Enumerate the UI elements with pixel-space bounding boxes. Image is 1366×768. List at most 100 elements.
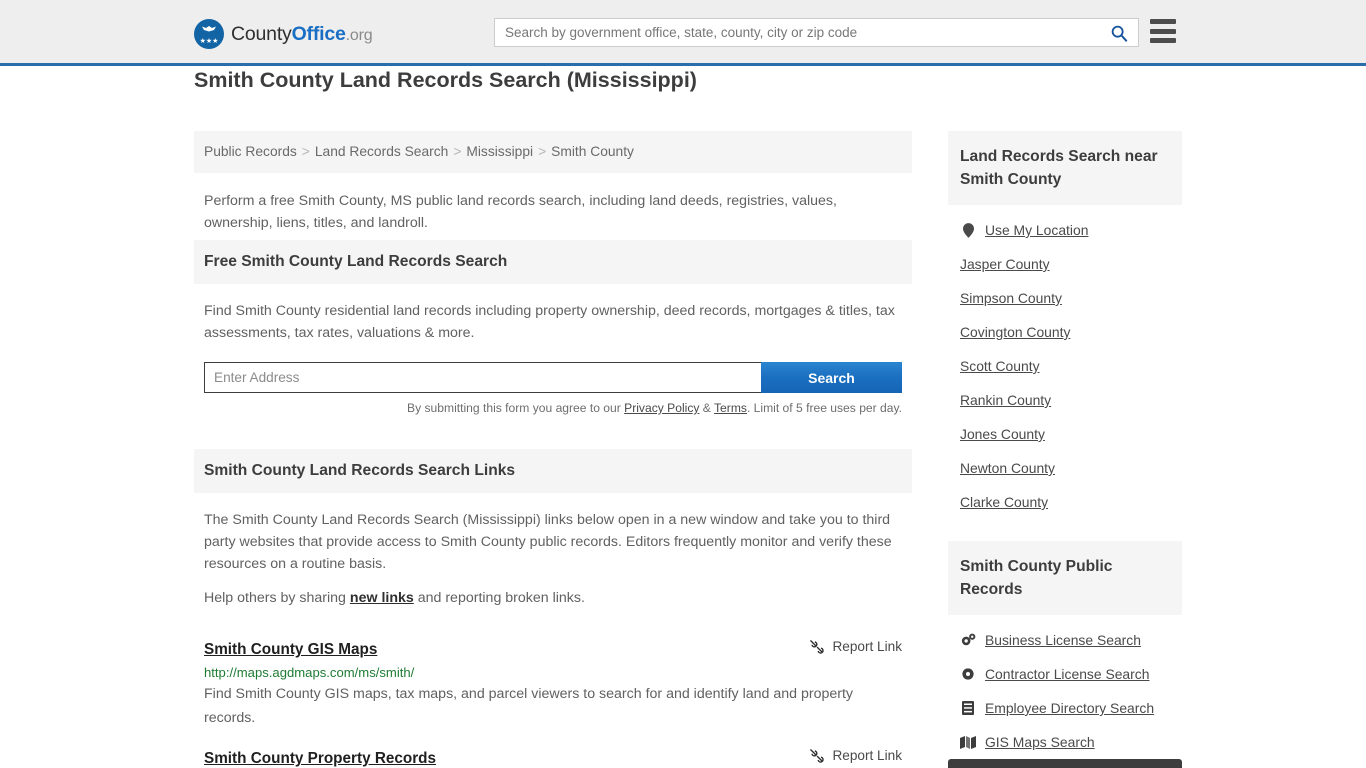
- address-input[interactable]: [204, 362, 761, 393]
- link-title[interactable]: Smith County Property Records: [204, 750, 436, 768]
- breadcrumb-item-3[interactable]: Smith County: [551, 144, 634, 159]
- sidebar-item-label: Contractor License Search: [985, 666, 1150, 682]
- id-card-icon: [960, 700, 976, 716]
- link-entry: Smith County Property Records Report Lin…: [204, 730, 902, 768]
- sidebar-item-gis-maps-search[interactable]: GIS Maps Search: [948, 725, 1182, 759]
- terms-link[interactable]: Terms: [714, 401, 747, 415]
- sidebar-item-label: Employee Directory Search: [985, 700, 1155, 716]
- report-link-label: Report Link: [832, 639, 902, 654]
- sidebar-item-label: Simpson County: [960, 290, 1062, 306]
- global-search-box[interactable]: [494, 18, 1139, 47]
- logo-text-org: .org: [345, 26, 373, 44]
- help-pre: Help others by sharing: [204, 590, 350, 606]
- main-column: Public Records > Land Records Search > Missi…: [194, 131, 912, 768]
- sidebar-item-scott-county[interactable]: Scott County: [948, 349, 1182, 383]
- sidebar-item-clarke-county[interactable]: Clarke County: [948, 485, 1182, 519]
- search-icon[interactable]: [1100, 19, 1138, 46]
- breadcrumb-item-2[interactable]: Mississippi: [466, 144, 533, 159]
- cog-glyph: [962, 668, 974, 680]
- sidebar-item-label: Use My Location: [985, 222, 1089, 238]
- broken-link-icon: [810, 640, 825, 654]
- sidebar-item-label: Newton County: [960, 460, 1055, 476]
- hamburger-bar-1: [1150, 19, 1176, 24]
- id-card-glyph: [962, 701, 974, 715]
- report-link-label: Report Link: [832, 748, 902, 763]
- free-search-heading: Free Smith County Land Records Search: [194, 240, 912, 284]
- sidebar-item-contractor-license-search[interactable]: Contractor License Search: [948, 657, 1182, 691]
- sidebar-item-simpson-county[interactable]: Simpson County: [948, 281, 1182, 315]
- nearby-searches-list: Use My Location Jasper County Simpson Co…: [948, 205, 1182, 519]
- link-title[interactable]: Smith County GIS Maps: [204, 641, 377, 659]
- sidebar-item-label: Rankin County: [960, 392, 1052, 408]
- sidebar-item-rankin-county[interactable]: Rankin County: [948, 383, 1182, 417]
- sidebar-item-jones-county[interactable]: Jones County: [948, 417, 1182, 451]
- map-pin-icon: [960, 222, 976, 238]
- hamburger-bar-2: [1150, 28, 1176, 34]
- disclaimer-amp: &: [699, 401, 715, 415]
- global-search-input[interactable]: [495, 19, 1100, 46]
- sidebar-item-label: Jasper County: [960, 256, 1050, 272]
- public-records-box: Smith County Public Records Business Lic…: [948, 541, 1182, 768]
- sidebar-item-land-records-search[interactable]: Land Records Search: [948, 759, 1182, 768]
- form-disclaimer: By submitting this form you agree to our…: [204, 401, 902, 415]
- nearby-searches-heading: Land Records Search near Smith County: [948, 131, 1182, 205]
- eagle-seal-icon: ★★★: [194, 19, 224, 49]
- link-description: Find Smith County GIS maps, tax maps, an…: [204, 686, 854, 726]
- links-section-heading: Smith County Land Records Search Links: [194, 449, 912, 493]
- free-search-body: Find Smith County residential land recor…: [194, 284, 912, 344]
- logo-text-office: Office: [291, 22, 346, 45]
- map-glyph: [960, 735, 976, 749]
- broken-link-icon: [810, 749, 825, 763]
- page-title: Smith County Land Records Search (Missis…: [194, 68, 697, 92]
- public-records-heading: Smith County Public Records: [948, 541, 1182, 615]
- sidebar-item-employee-directory-search[interactable]: Employee Directory Search: [948, 691, 1182, 725]
- public-records-list: Business License Search Contractor Licen…: [948, 615, 1182, 768]
- link-entry-header: Smith County Property Records Report Lin…: [204, 748, 902, 768]
- breadcrumb-item-1[interactable]: Land Records Search: [315, 144, 448, 159]
- nearby-searches-box: Land Records Search near Smith County Us…: [948, 131, 1182, 519]
- sidebar-item-label: GIS Maps Search: [985, 734, 1095, 750]
- map-pin-glyph: [962, 222, 974, 238]
- help-post: and reporting broken links.: [413, 590, 585, 606]
- privacy-policy-link[interactable]: Privacy Policy: [624, 401, 699, 415]
- sidebar-item-use-my-location[interactable]: Use My Location: [948, 213, 1182, 247]
- sidebar-item-label: Jones County: [960, 426, 1045, 442]
- link-url[interactable]: http://maps.agdmaps.com/ms/smith/: [204, 665, 902, 680]
- cogs-icon: [960, 632, 976, 648]
- breadcrumb: Public Records > Land Records Search > Missi…: [194, 131, 912, 173]
- eagle-glyph: [202, 26, 216, 32]
- site-logo[interactable]: ★★★ CountyOffice.org: [194, 19, 373, 49]
- sidebar-item-jasper-county[interactable]: Jasper County: [948, 247, 1182, 281]
- sidebar-item-label: Business License Search: [985, 632, 1141, 648]
- site-header: ★★★ CountyOffice.org: [0, 0, 1366, 66]
- breadcrumb-item-0[interactable]: Public Records: [204, 144, 297, 159]
- sidebar-item-newton-county[interactable]: Newton County: [948, 451, 1182, 485]
- logo-text-county: County: [231, 22, 292, 45]
- cog-icon: [960, 666, 976, 682]
- sidebar: Land Records Search near Smith County Us…: [948, 131, 1182, 768]
- sidebar-item-covington-county[interactable]: Covington County: [948, 315, 1182, 349]
- sidebar-item-label: Scott County: [960, 358, 1040, 374]
- hamburger-menu-icon[interactable]: [1150, 19, 1176, 43]
- breadcrumb-sep-2: >: [538, 144, 547, 159]
- link-entry: Smith County GIS Maps Report Link http:/…: [204, 621, 902, 730]
- hamburger-bar-3: [1150, 38, 1176, 43]
- search-glyph: [1111, 25, 1128, 42]
- breadcrumb-sep-0: >: [301, 144, 310, 159]
- map-icon: [960, 734, 976, 750]
- link-entry-header: Smith County GIS Maps Report Link: [204, 639, 902, 659]
- page-container: Smith County Land Records Search (Missis…: [0, 66, 1366, 768]
- intro-paragraph: Perform a free Smith County, MS public l…: [204, 193, 837, 231]
- disclaimer-pre: By submitting this form you agree to our: [407, 401, 625, 415]
- content-row: Public Records > Land Records Search > Missi…: [194, 110, 1182, 768]
- sidebar-item-label: Clarke County: [960, 494, 1049, 510]
- sidebar-item-business-license-search[interactable]: Business License Search: [948, 623, 1182, 657]
- report-link-button[interactable]: Report Link: [809, 639, 902, 654]
- links-section-body: The Smith County Land Records Search (Mi…: [194, 493, 912, 609]
- search-button[interactable]: Search: [761, 362, 902, 393]
- free-search-description: Find Smith County residential land recor…: [204, 303, 895, 341]
- links-section-paragraph: The Smith County Land Records Search (Mi…: [204, 512, 892, 572]
- report-link-button[interactable]: Report Link: [809, 748, 902, 763]
- address-search-form: Search: [204, 362, 902, 393]
- new-links-link[interactable]: new links: [350, 590, 414, 606]
